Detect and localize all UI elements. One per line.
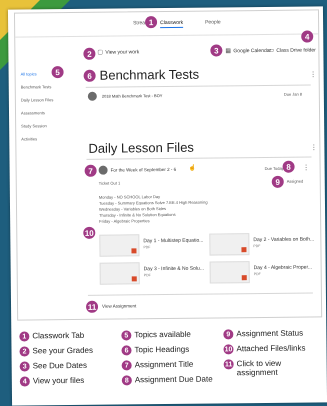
classroom-screenshot: Stream Classwork People 1 2 ▢ View your … xyxy=(13,9,323,321)
section-divider xyxy=(87,292,313,296)
cursor-icon: ☝ xyxy=(188,165,197,172)
schedule-line: Friday - Algebraic Properties xyxy=(99,218,150,224)
file-name[interactable]: Day 4 - Algebraic Proper... xyxy=(254,264,312,271)
folder-icon: ▭ xyxy=(268,47,275,54)
tab-classwork[interactable]: Classwork xyxy=(160,19,184,29)
legend-item: 6 Topic Headings xyxy=(121,345,189,356)
more-options-icon[interactable]: ⋮ xyxy=(303,164,310,172)
callout-8: 8 xyxy=(282,160,295,173)
assignment-title[interactable]: For the Week of September 2 - 6 xyxy=(111,167,177,173)
legend-text: Attached Files/links xyxy=(236,343,306,354)
callout-9: 9 xyxy=(271,175,284,188)
legend-text: Topics available xyxy=(134,329,191,340)
callout-7: 7 xyxy=(84,164,97,177)
legend-number: 4 xyxy=(19,376,30,387)
legend-item: 8 Assignment Due Date xyxy=(121,374,213,386)
sidebar-item-activities[interactable]: Activities xyxy=(21,136,37,141)
view-assignment-link[interactable]: View Assignment xyxy=(102,303,136,308)
legend-number: 7 xyxy=(121,360,132,371)
ticket-out: Ticket Out 1 xyxy=(98,180,121,186)
schedule-line: Tuesday - Summary Equations Solve 7.EE.4… xyxy=(98,199,208,206)
callout-3: 3 xyxy=(210,44,223,57)
heading-divider xyxy=(86,156,312,160)
heading-divider xyxy=(85,84,311,88)
file-name[interactable]: Day 1 - Multistep Equatio... xyxy=(143,238,203,245)
more-options-icon[interactable]: ⋮ xyxy=(310,70,317,78)
schedule-line: Monday - NO SCHOOL Labor Day xyxy=(98,194,161,200)
legend-text: Assignment Due Date xyxy=(134,374,213,385)
legend-text: Classwork Tab xyxy=(32,330,85,341)
google-calendar-link[interactable]: Google Calendar xyxy=(233,48,271,54)
schedule-line: Thursday - Infinite & No Solution Equati… xyxy=(99,211,176,218)
legend-item: 5 Topics available xyxy=(121,330,191,341)
file-type: PDF xyxy=(143,245,151,250)
legend: 1 Classwork Tab 2 See your Grades 3 See Due… xyxy=(11,324,326,387)
callout-11: 11 xyxy=(85,300,99,313)
legend-text: Click to view assignment xyxy=(236,358,282,378)
legend-text: See your Grades xyxy=(32,345,94,356)
legend-item: 11 Click to view assignment xyxy=(223,358,319,378)
assignment-icon xyxy=(98,165,108,175)
callout-1: 1 xyxy=(145,16,158,29)
legend-item: 4 View your files xyxy=(19,375,85,387)
assignment-title[interactable]: 2018 Math Benchmark Test - BOY xyxy=(102,93,163,99)
file-name[interactable]: Day 2 - Variables on Both... xyxy=(253,236,314,243)
legend-text: See Due Dates xyxy=(32,360,87,371)
assignment-due-date: Due Jan 8 xyxy=(283,91,303,97)
file-type: PDF xyxy=(253,244,261,249)
legend-item: 3 See Due Dates xyxy=(19,360,87,372)
tab-people[interactable]: People xyxy=(205,19,221,25)
file-type: PDF xyxy=(253,272,261,277)
sidebar-item-benchmark-tests[interactable]: Benchmark Tests xyxy=(21,84,52,89)
file-type: PDF xyxy=(143,273,151,278)
legend-number: 10 xyxy=(223,344,234,355)
callout-2: 2 xyxy=(83,47,96,60)
legend-item: 9 Assignment Status xyxy=(223,329,303,340)
calendar-icon: ▦ xyxy=(225,48,232,55)
assignment-due-date: Due Today xyxy=(264,165,284,171)
callout-10: 10 xyxy=(83,226,96,239)
handout-page: Stream Classwork People 1 2 ▢ View your … xyxy=(7,6,327,406)
file-name[interactable]: Day 3 - Infinite & No Solu... xyxy=(144,266,204,273)
top-nav-bar: Stream Classwork People 1 xyxy=(14,10,319,38)
sidebar-item-study-session[interactable]: Study Session xyxy=(21,123,47,128)
sidebar-item-daily-lesson-files[interactable]: Daily Lesson Files xyxy=(21,97,54,102)
topic-heading-daily: Daily Lesson Files xyxy=(88,139,194,156)
legend-item: 10 Attached Files/links xyxy=(223,344,305,355)
legend-number: 1 xyxy=(19,331,30,342)
legend-text: Assignment Status xyxy=(236,328,304,339)
legend-text: Assignment Title xyxy=(134,359,194,370)
assignment-icon xyxy=(87,91,97,101)
drive-folder-link[interactable]: Class Drive folder xyxy=(276,47,316,53)
assignment-status: Assigned xyxy=(286,178,304,184)
legend-number: 3 xyxy=(19,361,30,372)
file-thumbnail[interactable] xyxy=(209,261,250,284)
legend-item: 2 See your Grades xyxy=(19,346,93,357)
callout-6: 6 xyxy=(83,69,96,82)
schedule-line: Wednesday - Variables on Both Sides xyxy=(99,206,167,212)
more-options-icon[interactable]: ⋮ xyxy=(310,143,317,151)
legend-text: View your files xyxy=(32,375,85,386)
legend-item: 1 Classwork Tab xyxy=(19,331,84,342)
clipboard-icon: ▢ xyxy=(97,49,104,56)
sidebar-item-assessments[interactable]: Assessments xyxy=(21,110,45,115)
legend-text: Topic Headings xyxy=(134,344,190,355)
legend-number: 6 xyxy=(121,345,132,356)
callout-4: 4 xyxy=(301,30,314,43)
topic-heading-benchmark: Benchmark Tests xyxy=(99,66,200,83)
file-thumbnail[interactable] xyxy=(99,262,140,285)
legend-number: 5 xyxy=(121,330,132,341)
file-thumbnail[interactable] xyxy=(99,234,140,257)
legend-number: 11 xyxy=(223,359,234,370)
callout-5: 5 xyxy=(51,66,64,79)
legend-item: 7 Assignment Title xyxy=(121,359,194,371)
sidebar-item-all-topics[interactable]: All topics xyxy=(21,71,37,76)
view-work-link[interactable]: View your work xyxy=(105,49,139,55)
file-thumbnail[interactable] xyxy=(209,233,250,256)
legend-number: 9 xyxy=(223,329,234,340)
legend-number: 2 xyxy=(19,346,30,357)
legend-number: 8 xyxy=(121,375,132,386)
